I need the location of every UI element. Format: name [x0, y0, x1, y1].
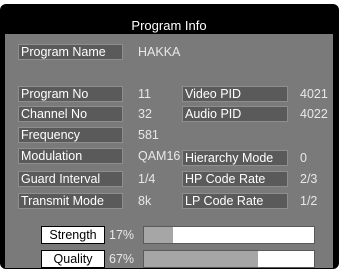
hp-code-rate-value: 2/3: [300, 172, 318, 186]
program-no-value: 11: [138, 87, 151, 101]
video-pid-value: 4021: [300, 87, 328, 101]
video-pid-label: Video PID: [182, 86, 288, 102]
program-no-label: Program No: [18, 86, 123, 102]
modulation-label: Modulation: [18, 148, 123, 164]
strength-bar-fill: [144, 227, 173, 243]
transmit-mode-label: Transmit Mode: [18, 193, 123, 209]
quality-value: 67%: [109, 252, 135, 266]
guard-interval-label: Guard Interval: [18, 171, 123, 187]
transmit-mode-value: 8k: [138, 194, 152, 208]
modulation-value: QAM16: [138, 149, 181, 163]
hp-code-rate-label: HP Code Rate: [182, 171, 288, 187]
program-name-value: HAKKA: [138, 45, 181, 59]
guard-interval-value: 1/4: [138, 172, 156, 186]
frequency-value: 581: [138, 128, 159, 142]
quality-bar: [143, 250, 315, 268]
quality-bar-fill: [144, 251, 258, 267]
channel-no-value: 32: [138, 107, 152, 121]
quality-label: Quality: [41, 250, 105, 268]
program-info-screen: Program Info Program Name HAKKA Program …: [0, 4, 339, 269]
lp-code-rate-value: 1/2: [300, 194, 318, 208]
strength-bar: [143, 226, 315, 244]
frequency-label: Frequency: [18, 127, 123, 143]
hierarchy-mode-label: Hierarchy Mode: [182, 150, 288, 166]
program-name-label: Program Name: [18, 44, 123, 60]
panel-title: Program Info: [5, 17, 333, 34]
strength-label: Strength: [41, 226, 105, 244]
audio-pid-value: 4022: [300, 107, 328, 121]
strength-value: 17%: [109, 228, 135, 242]
channel-no-label: Channel No: [18, 106, 123, 122]
lp-code-rate-label: LP Code Rate: [182, 193, 288, 209]
hierarchy-mode-value: 0: [300, 151, 307, 165]
program-info-panel: Program Info Program Name HAKKA Program …: [5, 17, 333, 268]
audio-pid-label: Audio PID: [182, 106, 288, 122]
